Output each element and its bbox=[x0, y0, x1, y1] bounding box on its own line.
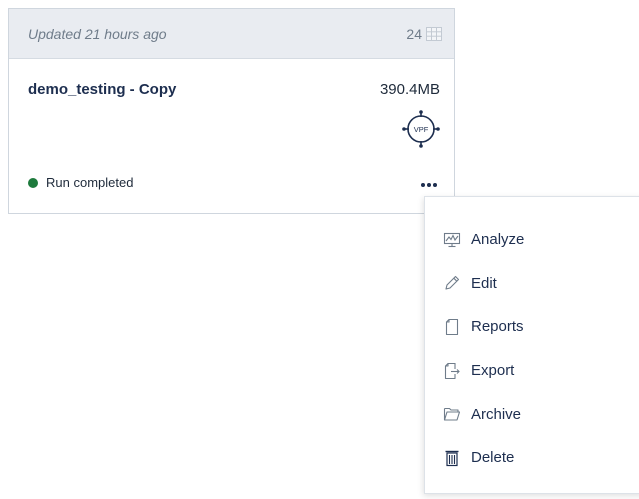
trash-icon bbox=[445, 450, 459, 466]
count-value: 24 bbox=[406, 25, 422, 42]
more-horizontal-icon bbox=[421, 183, 425, 187]
vpf-target-icon: VPF bbox=[402, 110, 440, 148]
project-name[interactable]: demo_testing - Copy bbox=[28, 81, 176, 98]
menu-item-export[interactable]: Export bbox=[425, 349, 639, 393]
status-dot bbox=[28, 177, 38, 188]
vpf-badge-label: VPF bbox=[414, 125, 429, 134]
analyze-icon bbox=[443, 232, 461, 247]
status-label: Run completed bbox=[46, 175, 134, 190]
project-size: 390.4MB bbox=[379, 81, 440, 98]
item-count: 24 bbox=[406, 26, 442, 42]
context-menu: Analyze Edit Reports Export Archive Dele… bbox=[424, 196, 639, 494]
updated-timestamp: Updated 21 hours ago bbox=[28, 25, 167, 42]
menu-item-archive[interactable]: Archive bbox=[425, 392, 639, 436]
menu-item-label: Analyze bbox=[471, 231, 525, 249]
menu-item-reports[interactable]: Reports bbox=[425, 305, 639, 349]
project-card[interactable]: Updated 21 hours ago 24 demo_testing - C… bbox=[8, 8, 455, 214]
card-body: demo_testing - Copy 390.4MB VPF Run comp… bbox=[9, 59, 454, 214]
menu-item-edit[interactable]: Edit bbox=[425, 262, 639, 306]
menu-item-analyze[interactable]: Analyze bbox=[425, 218, 639, 262]
menu-item-label: Delete bbox=[471, 449, 515, 467]
menu-item-label: Archive bbox=[471, 405, 522, 423]
run-status: Run completed bbox=[28, 175, 133, 190]
menu-item-delete[interactable]: Delete bbox=[425, 436, 639, 480]
pencil-icon bbox=[445, 276, 460, 290]
menu-item-label: Reports bbox=[471, 318, 524, 336]
menu-item-label: Edit bbox=[471, 274, 497, 292]
more-options-button[interactable] bbox=[421, 179, 437, 191]
document-icon bbox=[445, 318, 459, 336]
grid-icon bbox=[426, 26, 442, 41]
card-header: Updated 21 hours ago 24 bbox=[9, 9, 454, 59]
export-icon bbox=[444, 362, 460, 379]
menu-item-label: Export bbox=[471, 362, 515, 380]
folder-icon bbox=[443, 408, 461, 421]
